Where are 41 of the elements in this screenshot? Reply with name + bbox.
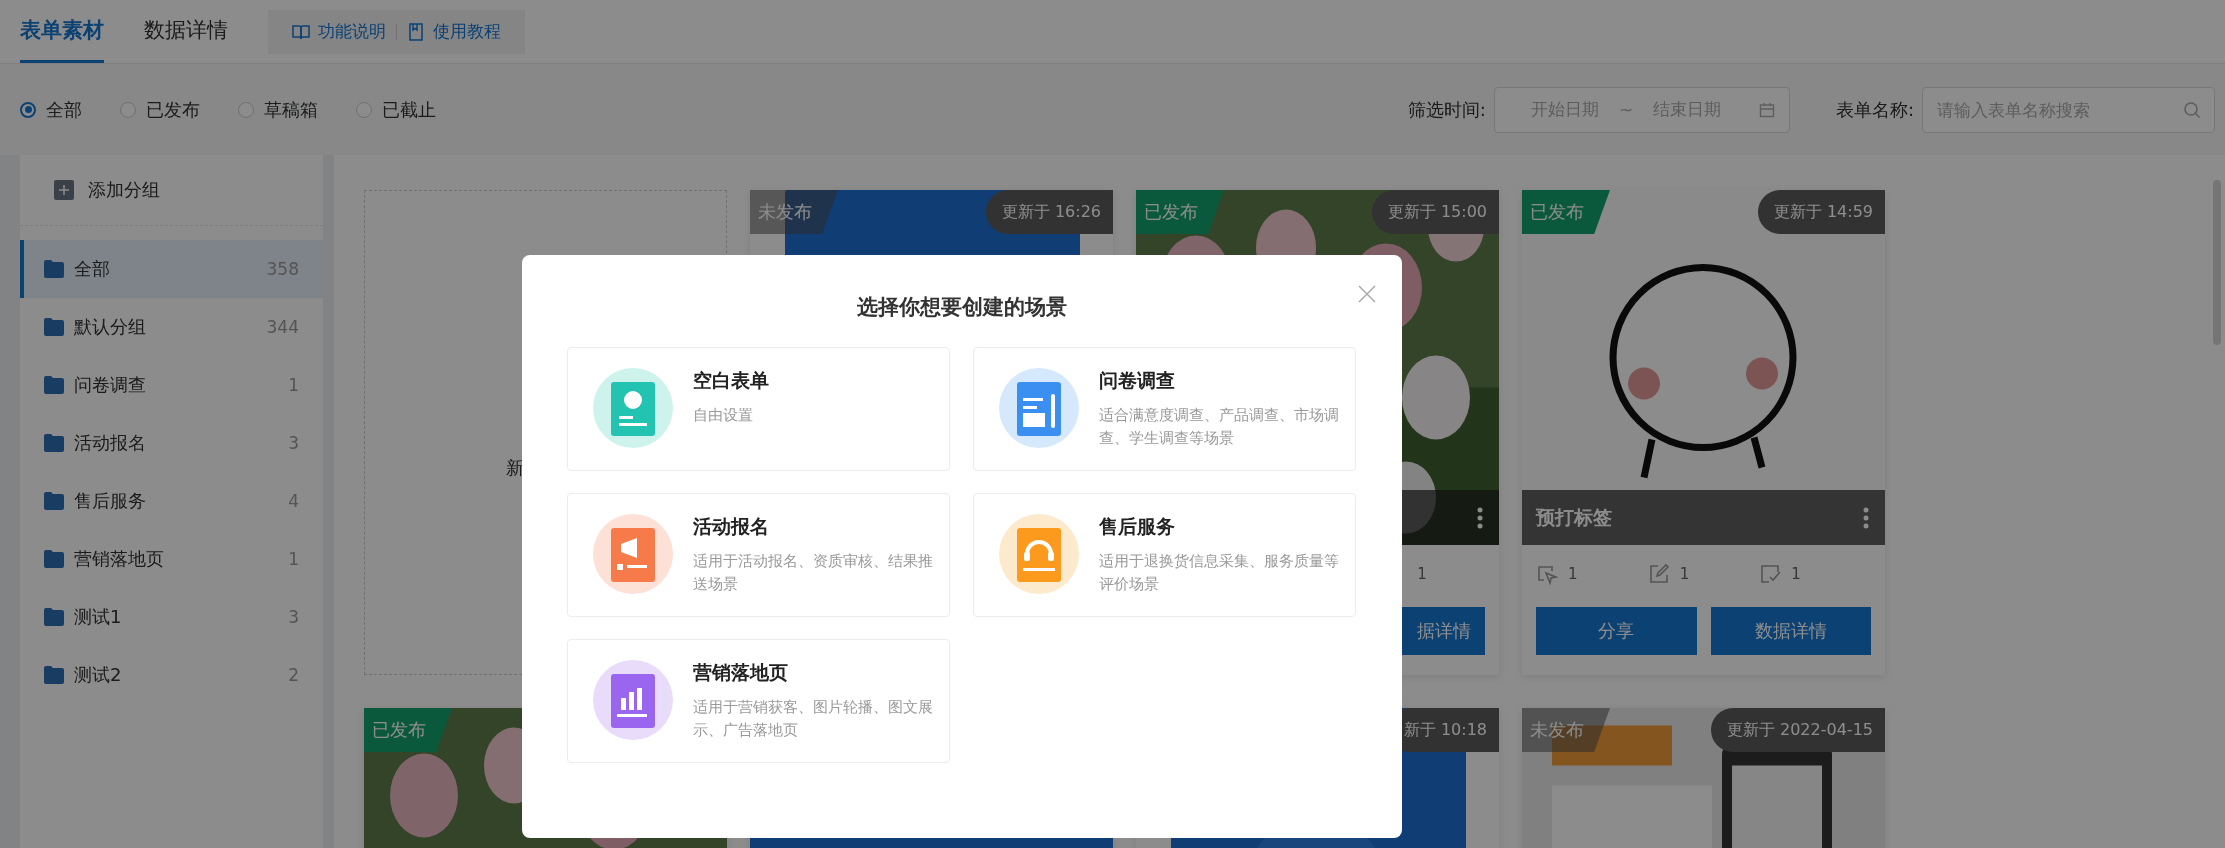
status-tag: 已发布	[1136, 190, 1224, 234]
dialog-title: 选择你想要创建的场景	[856, 294, 1068, 321]
option-description: 自由设置	[693, 405, 754, 426]
group-count: 344	[266, 317, 299, 337]
stat-count: 1	[1679, 565, 1690, 583]
group-count: 4	[288, 491, 299, 511]
stat-count: 1	[1791, 565, 1801, 583]
group-count: 3	[288, 607, 299, 627]
group-name: 测试1	[74, 605, 122, 629]
group-name: 活动报名	[74, 431, 146, 455]
status-tag: 已发布	[364, 708, 452, 752]
option-description: 适合满意度调查、产品调查、市场调查、学生调查等场景	[1099, 405, 1339, 450]
option-description: 适用于营销获客、图片轮播、图文展示、广告落地页	[693, 697, 933, 742]
option-title: 售后服务	[1099, 514, 1176, 539]
updated-time: 更新于 15:00	[1371, 190, 1499, 234]
group-name: 售后服务	[74, 489, 146, 513]
updated-time: 更新于 16:26	[985, 190, 1113, 234]
group-count: 1	[288, 549, 299, 569]
option-description: 适用于活动报名、资质审核、结果推送场景	[693, 551, 933, 596]
option-description: 适用于退换货信息采集、服务质量等评价场景	[1099, 551, 1339, 596]
group-count: 1	[288, 375, 299, 395]
group-name: 默认分组	[74, 315, 146, 339]
group-count: 2	[288, 665, 299, 685]
status-tag: 已发布	[1522, 190, 1610, 234]
stat-count: 1	[1417, 565, 1427, 583]
option-title: 活动报名	[693, 514, 770, 539]
new-form-label: 新	[505, 456, 524, 478]
stat-count: 1	[1568, 565, 1578, 583]
group-count: 3	[288, 433, 299, 453]
option-title: 空白表单	[693, 368, 769, 393]
group-name: 营销落地页	[74, 547, 164, 571]
group-name: 全部	[74, 257, 110, 281]
group-name: 问卷调查	[74, 373, 146, 397]
group-name: 测试2	[74, 663, 122, 687]
updated-time: 更新于 14:59	[1757, 190, 1885, 234]
option-title: 问卷调查	[1099, 368, 1176, 393]
form-title: 预打标签	[1536, 504, 1612, 530]
date-filter-label: 筛选时间:	[1407, 97, 1486, 122]
option-title: 营销落地页	[693, 660, 789, 685]
updated-time: 更新于 2022-04-15	[1710, 708, 1885, 752]
name-filter-label: 表单名称:	[1835, 97, 1914, 122]
